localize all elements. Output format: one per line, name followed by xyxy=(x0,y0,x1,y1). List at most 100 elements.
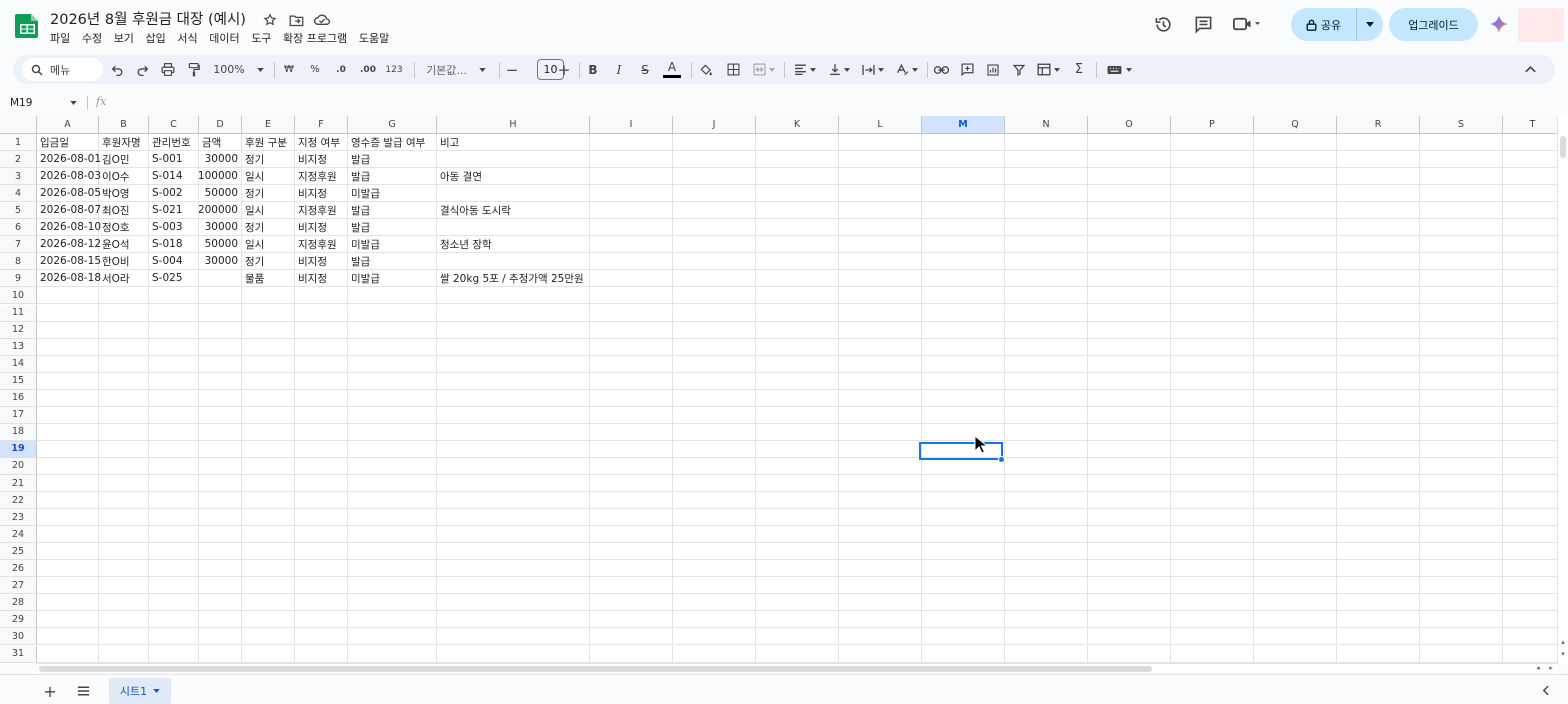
cell-N21[interactable] xyxy=(1005,475,1088,493)
cell-L2[interactable] xyxy=(839,151,922,169)
cell-C20[interactable] xyxy=(149,457,199,475)
cell-D18[interactable] xyxy=(199,423,242,441)
cell-A4[interactable]: 2026-08-05 xyxy=(37,185,101,203)
cell-R12[interactable] xyxy=(1337,321,1420,339)
cell-S19[interactable] xyxy=(1420,440,1503,458)
cell-R5[interactable] xyxy=(1337,202,1420,220)
cell-K16[interactable] xyxy=(756,389,839,407)
cell-I31[interactable] xyxy=(590,645,673,663)
cell-K11[interactable] xyxy=(756,304,839,322)
cell-E21[interactable] xyxy=(242,475,295,493)
cell-J20[interactable] xyxy=(673,457,756,475)
cell-G29[interactable] xyxy=(348,611,437,629)
cell-P12[interactable] xyxy=(1171,321,1254,339)
cell-G17[interactable] xyxy=(348,406,437,424)
sheet-tab-1[interactable]: 시트1 xyxy=(109,678,171,704)
cell-B3[interactable]: 이O수 xyxy=(99,168,149,186)
cell-S2[interactable] xyxy=(1420,151,1503,169)
insert-chart-icon[interactable] xyxy=(984,55,1002,84)
cell-L25[interactable] xyxy=(839,543,922,561)
cell-Q1[interactable] xyxy=(1254,134,1337,152)
meet-icon[interactable] xyxy=(1225,6,1269,42)
cell-G27[interactable] xyxy=(348,577,437,595)
cell-H28[interactable] xyxy=(437,594,590,612)
cell-N25[interactable] xyxy=(1005,543,1088,561)
cell-P14[interactable] xyxy=(1171,355,1254,373)
cell-J24[interactable] xyxy=(673,526,756,544)
cell-R27[interactable] xyxy=(1337,577,1420,595)
cell-Q15[interactable] xyxy=(1254,372,1337,390)
cell-R26[interactable] xyxy=(1337,560,1420,578)
cell-T3[interactable] xyxy=(1503,168,1563,186)
cell-D8[interactable]: 30000 xyxy=(199,253,242,271)
row-header-29[interactable]: 29 xyxy=(0,611,37,629)
cell-Q29[interactable] xyxy=(1254,611,1337,629)
cell-F21[interactable] xyxy=(295,475,348,493)
cell-G9[interactable]: 미발급 xyxy=(348,270,437,288)
decrease-decimal-button[interactable]: .0 xyxy=(331,55,351,84)
cell-F11[interactable] xyxy=(295,304,348,322)
cell-T18[interactable] xyxy=(1503,423,1563,441)
cell-N29[interactable] xyxy=(1005,611,1088,629)
cell-K5[interactable] xyxy=(756,202,839,220)
cell-F27[interactable] xyxy=(295,577,348,595)
cell-L14[interactable] xyxy=(839,355,922,373)
cell-D27[interactable] xyxy=(199,577,242,595)
cell-A22[interactable] xyxy=(37,492,99,510)
cell-H30[interactable] xyxy=(437,628,590,646)
cell-M15[interactable] xyxy=(922,372,1005,390)
cell-K10[interactable] xyxy=(756,287,839,305)
cell-K15[interactable] xyxy=(756,372,839,390)
cell-B28[interactable] xyxy=(99,594,149,612)
cell-G21[interactable] xyxy=(348,475,437,493)
cell-J16[interactable] xyxy=(673,389,756,407)
cell-O1[interactable] xyxy=(1088,134,1171,152)
cell-D6[interactable]: 30000 xyxy=(199,219,242,237)
cell-O7[interactable] xyxy=(1088,236,1171,254)
cell-B31[interactable] xyxy=(99,645,149,663)
cell-K1[interactable] xyxy=(756,134,839,152)
cell-F20[interactable] xyxy=(295,457,348,475)
cell-B9[interactable]: 서O라 xyxy=(99,270,149,288)
cell-M7[interactable] xyxy=(922,236,1005,254)
borders-icon[interactable] xyxy=(724,55,742,84)
cell-G28[interactable] xyxy=(348,594,437,612)
cell-I5[interactable] xyxy=(590,202,673,220)
cell-C29[interactable] xyxy=(149,611,199,629)
cell-L18[interactable] xyxy=(839,423,922,441)
cell-N23[interactable] xyxy=(1005,509,1088,527)
cell-C1[interactable]: 관리번호 xyxy=(149,134,199,152)
cell-E8[interactable]: 정기 xyxy=(242,253,295,271)
cell-S25[interactable] xyxy=(1420,543,1503,561)
cell-R16[interactable] xyxy=(1337,389,1420,407)
cell-D29[interactable] xyxy=(199,611,242,629)
row-header-5[interactable]: 5 xyxy=(0,202,37,220)
cell-R3[interactable] xyxy=(1337,168,1420,186)
cell-I20[interactable] xyxy=(590,457,673,475)
fill-handle[interactable] xyxy=(998,456,1005,463)
cell-O20[interactable] xyxy=(1088,457,1171,475)
cell-Q13[interactable] xyxy=(1254,338,1337,356)
cell-C7[interactable]: S-018 xyxy=(149,236,199,254)
cell-R23[interactable] xyxy=(1337,509,1420,527)
cell-O18[interactable] xyxy=(1088,423,1171,441)
cell-S4[interactable] xyxy=(1420,185,1503,203)
cell-L3[interactable] xyxy=(839,168,922,186)
cell-B11[interactable] xyxy=(99,304,149,322)
column-header-F[interactable]: F xyxy=(295,116,348,134)
row-header-22[interactable]: 22 xyxy=(0,492,37,510)
cell-M1[interactable] xyxy=(922,134,1005,152)
cell-Q21[interactable] xyxy=(1254,475,1337,493)
cell-B27[interactable] xyxy=(99,577,149,595)
menu-edit[interactable]: 수정 xyxy=(76,30,108,46)
cell-N10[interactable] xyxy=(1005,287,1088,305)
cell-I6[interactable] xyxy=(590,219,673,237)
cell-J29[interactable] xyxy=(673,611,756,629)
share-button[interactable]: 공유 xyxy=(1291,8,1383,41)
cell-E22[interactable] xyxy=(242,492,295,510)
merge-cells-icon[interactable] xyxy=(750,55,778,84)
cell-L5[interactable] xyxy=(839,202,922,220)
cell-Q5[interactable] xyxy=(1254,202,1337,220)
cell-D9[interactable] xyxy=(199,270,242,288)
cell-K22[interactable] xyxy=(756,492,839,510)
